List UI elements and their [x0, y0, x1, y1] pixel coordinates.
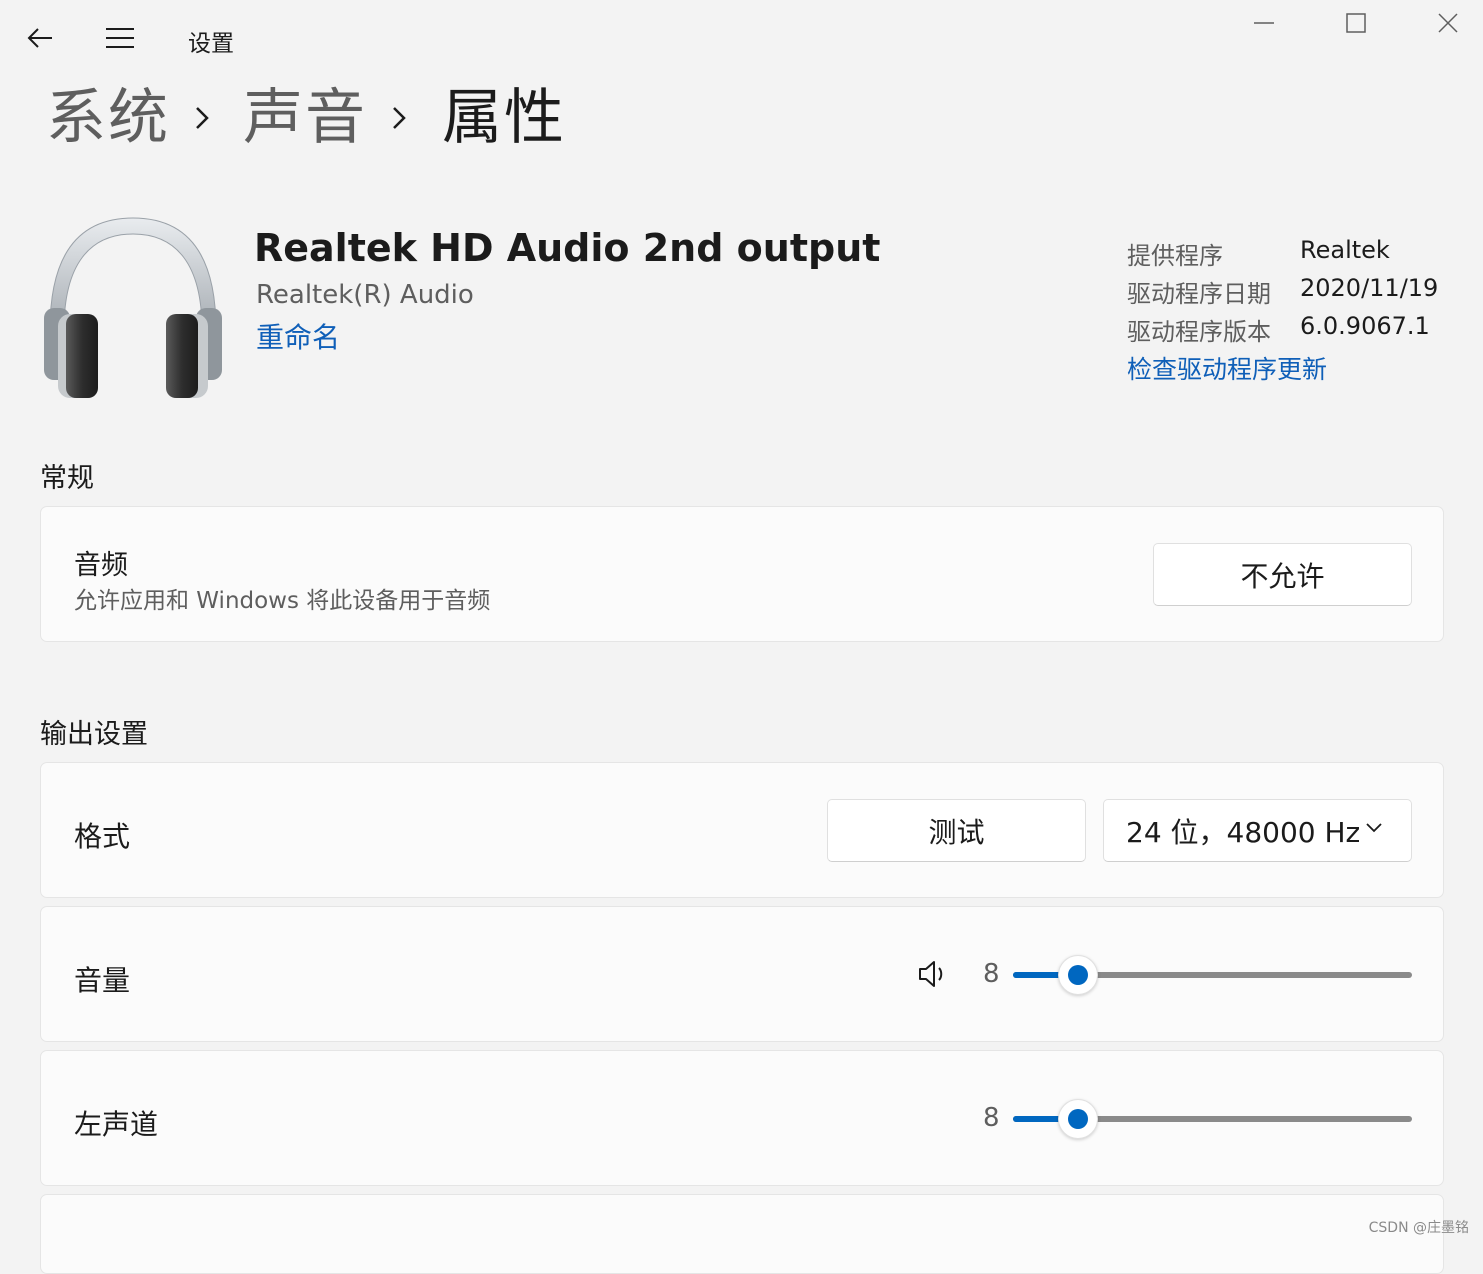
check-driver-update-link[interactable]: 检查驱动程序更新: [1127, 350, 1327, 386]
disallow-button[interactable]: 不允许: [1153, 543, 1412, 606]
volume-card: 音量 8: [40, 906, 1444, 1042]
format-select[interactable]: 24 位，48000 Hz: [1103, 799, 1412, 862]
watermark: CSDN @庄墨铭: [1368, 1220, 1469, 1236]
provider-value: Realtek: [1300, 236, 1390, 264]
volume-value: 8: [983, 959, 1000, 989]
next-setting-card: [40, 1194, 1444, 1274]
close-icon: [1438, 13, 1458, 33]
general-section-title: 常规: [40, 463, 94, 494]
format-label: 格式: [74, 820, 131, 853]
navigation-menu-button[interactable]: [100, 20, 140, 56]
device-name: Realtek HD Audio 2nd output: [254, 226, 881, 270]
chevron-down-icon: [1366, 823, 1382, 833]
driver-date-value: 2020/11/19: [1300, 274, 1439, 302]
left-channel-value: 8: [983, 1103, 1000, 1133]
output-section-title: 输出设置: [40, 719, 148, 750]
minimize-icon: [1254, 22, 1274, 24]
audio-description: 允许应用和 Windows 将此设备用于音频: [74, 588, 491, 614]
volume-slider-thumb[interactable]: [1058, 955, 1099, 995]
left-channel-slider-thumb[interactable]: [1058, 1099, 1099, 1139]
audio-card: 音频 允许应用和 Windows 将此设备用于音频 不允许: [40, 506, 1444, 642]
test-button[interactable]: 测试: [827, 799, 1086, 862]
device-subtitle: Realtek(R) Audio: [256, 280, 474, 310]
volume-label: 音量: [74, 964, 131, 997]
back-button[interactable]: [20, 20, 60, 56]
chevron-right-icon: [196, 107, 209, 129]
left-channel-label: 左声道: [74, 1108, 159, 1141]
provider-label: 提供程序: [1127, 242, 1223, 270]
driver-version-value: 6.0.9067.1: [1300, 312, 1430, 340]
chevron-right-icon: [393, 107, 406, 129]
breadcrumb-item-system[interactable]: 系统: [46, 80, 170, 156]
close-button[interactable]: [1424, 6, 1472, 40]
app-title: 设置: [188, 31, 234, 57]
back-arrow-icon: [27, 28, 52, 48]
maximize-button[interactable]: [1332, 6, 1380, 40]
driver-date-label: 驱动程序日期: [1127, 280, 1271, 308]
audio-title: 音频: [74, 550, 128, 581]
format-select-value: 24 位，48000 Hz: [1126, 815, 1361, 849]
driver-version-label: 驱动程序版本: [1127, 318, 1271, 346]
minimize-button[interactable]: [1240, 6, 1288, 40]
rename-link[interactable]: 重命名: [256, 316, 340, 356]
breadcrumb-item-sound[interactable]: 声音: [243, 80, 367, 156]
format-card: 格式 测试 24 位，48000 Hz: [40, 762, 1444, 898]
hamburger-menu-icon: [106, 28, 134, 48]
speaker-icon[interactable]: [917, 958, 947, 990]
breadcrumb-item-properties: 属性: [442, 83, 566, 153]
maximize-icon: [1346, 13, 1366, 33]
headphones-icon: [44, 217, 222, 398]
left-channel-card: 左声道 8: [40, 1050, 1444, 1186]
